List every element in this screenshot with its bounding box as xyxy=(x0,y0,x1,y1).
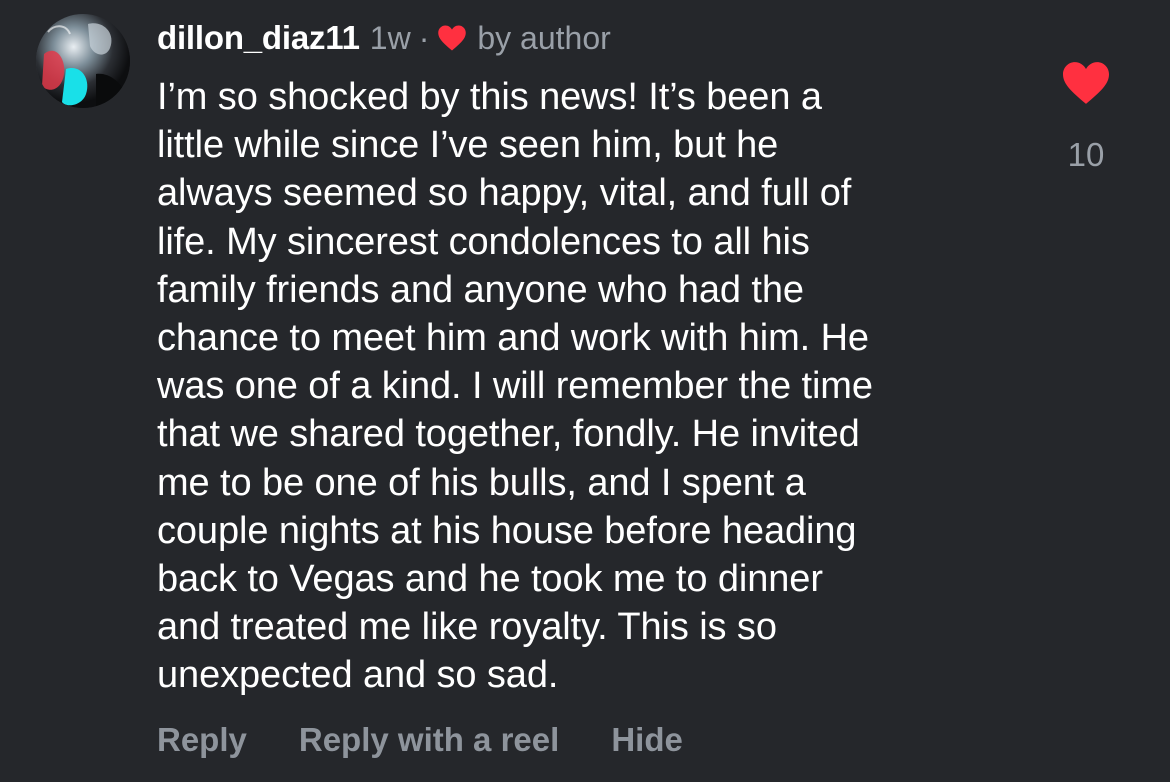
comment-header: dillon_diaz11 1w · by author xyxy=(157,16,611,60)
like-button[interactable] xyxy=(1060,60,1112,106)
heart-filled-icon xyxy=(437,24,467,52)
comment-item: dillon_diaz11 1w · by author I’m so shoc… xyxy=(0,0,1170,782)
reply-with-reel-button[interactable]: Reply with a reel xyxy=(299,721,559,759)
hide-button[interactable]: Hide xyxy=(611,721,683,759)
heart-filled-icon xyxy=(1063,62,1109,104)
meta-separator: · xyxy=(418,19,430,56)
avatar-image xyxy=(36,14,130,108)
author-like-label: by author xyxy=(477,19,611,56)
timestamp: 1w xyxy=(369,19,411,56)
username[interactable]: dillon_diaz11 xyxy=(157,19,360,57)
like-count: 10 xyxy=(1067,136,1105,173)
comment-actions: Reply Reply with a reel Hide xyxy=(157,718,683,762)
comment-text: I’m so shocked by this news! It’s been a… xyxy=(157,76,873,697)
avatar[interactable] xyxy=(36,14,130,108)
reply-button[interactable]: Reply xyxy=(157,721,247,759)
